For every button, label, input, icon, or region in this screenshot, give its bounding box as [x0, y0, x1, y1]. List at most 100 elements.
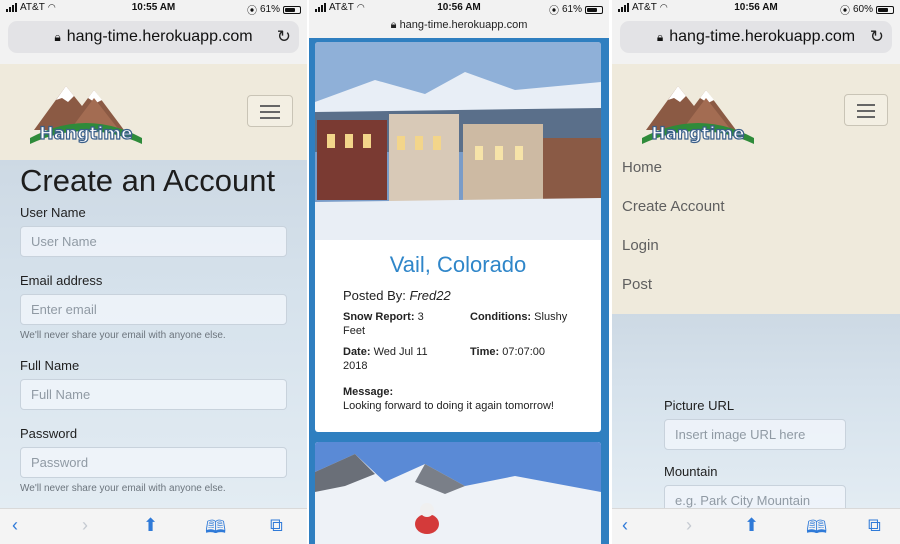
conditions: Conditions: Slushy — [470, 310, 600, 324]
post-message: Message: Looking forward to doing it aga… — [343, 385, 593, 413]
page-title: Create an Account — [20, 163, 276, 198]
address-bar: 🔒︎ hang-time.herokuapp.com ↻ — [612, 16, 900, 64]
url-text: hang-time.herokuapp.com — [669, 28, 856, 45]
chevron-left-icon[interactable]: ‹ — [12, 515, 18, 536]
hamburger-line — [857, 116, 875, 118]
username-input[interactable]: User Name — [20, 226, 287, 257]
post-form: Picture URL Insert image URL here Mounta… — [664, 398, 846, 516]
nav-link-home[interactable]: Home — [622, 159, 662, 176]
picture-url-input[interactable]: Insert image URL here — [664, 419, 846, 450]
phone-screen-create-account: AT&T ◠ 10:55 AM ⦿ 61% 🔒︎ hang-time.herok… — [0, 0, 307, 544]
nav-link-create-account[interactable]: Create Account — [622, 198, 725, 215]
share-icon[interactable]: ⬆︎ — [143, 515, 158, 536]
picture-url-label: Picture URL — [664, 398, 735, 413]
battery-icon — [876, 5, 894, 14]
safari-toolbar: ‹ › ⬆︎ 🕮︎ ⧉ — [0, 508, 307, 544]
expanded-navbar: Hangtime Home Create Account Login Post — [612, 64, 900, 314]
status-right-group: ⦿ 61% — [549, 2, 603, 17]
nav-link-post[interactable]: Post — [622, 276, 652, 293]
chevron-right-icon[interactable]: › — [686, 515, 692, 536]
snow-report-value: 3 — [417, 311, 424, 323]
date-year: 2018 — [343, 360, 368, 372]
date-label: Date: — [343, 346, 371, 358]
chevron-right-icon[interactable]: › — [82, 515, 88, 536]
date-value: Wed Jul 11 — [373, 346, 428, 358]
mountain-label: Mountain — [664, 464, 718, 479]
conditions-value: Slushy — [534, 311, 568, 323]
post-title: Vail, Colorado — [389, 252, 527, 277]
orientation-lock-icon: ⦿ — [839, 6, 850, 17]
battery-percent: 61% — [561, 4, 582, 15]
compact-address-bar[interactable]: 🔒︎ hang-time.herokuapp.com — [309, 16, 609, 38]
url-field[interactable]: 🔒︎ hang-time.herokuapp.com ↻ — [8, 21, 299, 53]
hamburger-line — [260, 111, 280, 113]
post-photo — [315, 442, 601, 544]
hamburger-line — [857, 110, 875, 112]
email-help-text: We'll never share your email with anyone… — [20, 330, 226, 341]
reload-icon[interactable]: ↻ — [870, 27, 884, 47]
hamburger-line — [260, 117, 280, 119]
book-icon[interactable]: 🕮︎ — [205, 515, 226, 544]
time-label: Time: — [470, 346, 500, 358]
username-label: User Name — [20, 205, 86, 220]
post-time: Time: 07:07:00 — [470, 345, 600, 359]
url-text: hang-time.herokuapp.com — [399, 19, 528, 31]
svg-text:Hangtime: Hangtime — [651, 124, 744, 144]
fullname-input[interactable]: Full Name — [20, 379, 287, 410]
book-icon[interactable]: 🕮︎ — [806, 515, 827, 544]
status-bar: AT&T ◠ 10:55 AM ⦿ 61% — [0, 0, 307, 17]
battery-icon — [585, 5, 603, 14]
hamburger-line — [260, 105, 280, 107]
status-bar: AT&T ◠ 10:56 AM ⦿ 61% — [309, 0, 609, 17]
phone-screen-post-feed: AT&T ◠ 10:56 AM ⦿ 61% 🔒︎ hang-time.herok… — [309, 0, 609, 544]
posted-by-user: Fred22 — [409, 288, 451, 303]
status-right-group: ⦿ 60% — [840, 2, 894, 17]
reload-icon[interactable]: ↻ — [277, 27, 291, 47]
orientation-lock-icon: ⦿ — [548, 6, 559, 17]
lock-icon: 🔒︎ — [390, 19, 397, 31]
password-help-text: We'll never share your email with anyone… — [20, 483, 226, 494]
share-icon[interactable]: ⬆︎ — [744, 515, 759, 536]
status-right-group: ⦿ 61% — [247, 2, 301, 17]
battery-percent: 60% — [852, 4, 873, 15]
time-value: 07:07:00 — [502, 346, 546, 358]
email-label: Email address — [20, 273, 103, 288]
create-account-form: Create an Account User Name User Name Em… — [20, 162, 287, 494]
email-input[interactable]: Enter email — [20, 294, 287, 325]
svg-text:Hangtime: Hangtime — [39, 124, 132, 144]
password-input[interactable]: Password — [20, 447, 287, 478]
conditions-label: Conditions: — [470, 311, 532, 323]
menu-toggle-button[interactable] — [844, 94, 888, 126]
hangtime-logo[interactable]: Hangtime — [24, 68, 149, 148]
posted-by: Posted By: Fred22 — [343, 288, 451, 303]
snow-report-label: Snow Report: — [343, 311, 415, 323]
message-label: Message: — [343, 386, 394, 398]
snow-report: Snow Report: 3 Feet — [343, 310, 455, 338]
site-header: Hangtime — [0, 64, 307, 160]
post-photo — [315, 42, 601, 240]
nav-link-login[interactable]: Login — [622, 237, 659, 254]
hangtime-logo[interactable]: Hangtime — [636, 68, 761, 148]
post-card: Vail, Colorado Posted By: Fred22 Snow Re… — [315, 42, 601, 432]
lock-icon: 🔒︎ — [54, 29, 61, 44]
tabs-icon[interactable]: ⧉ — [868, 515, 881, 536]
posted-by-label: Posted By: — [343, 288, 406, 303]
status-bar: AT&T ◠ 10:56 AM ⦿ 60% — [612, 0, 900, 17]
fullname-label: Full Name — [20, 358, 80, 373]
battery-percent: 61% — [259, 4, 280, 15]
tabs-icon[interactable]: ⧉ — [270, 515, 283, 536]
battery-icon — [283, 5, 301, 14]
lock-icon: 🔒︎ — [656, 29, 664, 44]
snow-report-unit: Feet — [343, 325, 366, 337]
orientation-lock-icon: ⦿ — [246, 6, 257, 17]
address-bar: 🔒︎ hang-time.herokuapp.com ↻ — [0, 16, 307, 64]
phone-screen-nav-menu: AT&T ◠ 10:56 AM ⦿ 60% 🔒︎ hang-time.herok… — [612, 0, 900, 544]
chevron-left-icon[interactable]: ‹ — [622, 515, 628, 536]
safari-toolbar: ‹ › ⬆︎ 🕮︎ ⧉ — [612, 508, 900, 544]
message-text: Looking forward to doing it again tomorr… — [343, 400, 554, 412]
menu-toggle-button[interactable] — [247, 95, 293, 127]
post-date: Date: Wed Jul 11 2018 — [343, 345, 455, 373]
post-card — [315, 442, 601, 544]
password-label: Password — [20, 426, 78, 441]
url-field[interactable]: 🔒︎ hang-time.herokuapp.com ↻ — [620, 21, 892, 53]
